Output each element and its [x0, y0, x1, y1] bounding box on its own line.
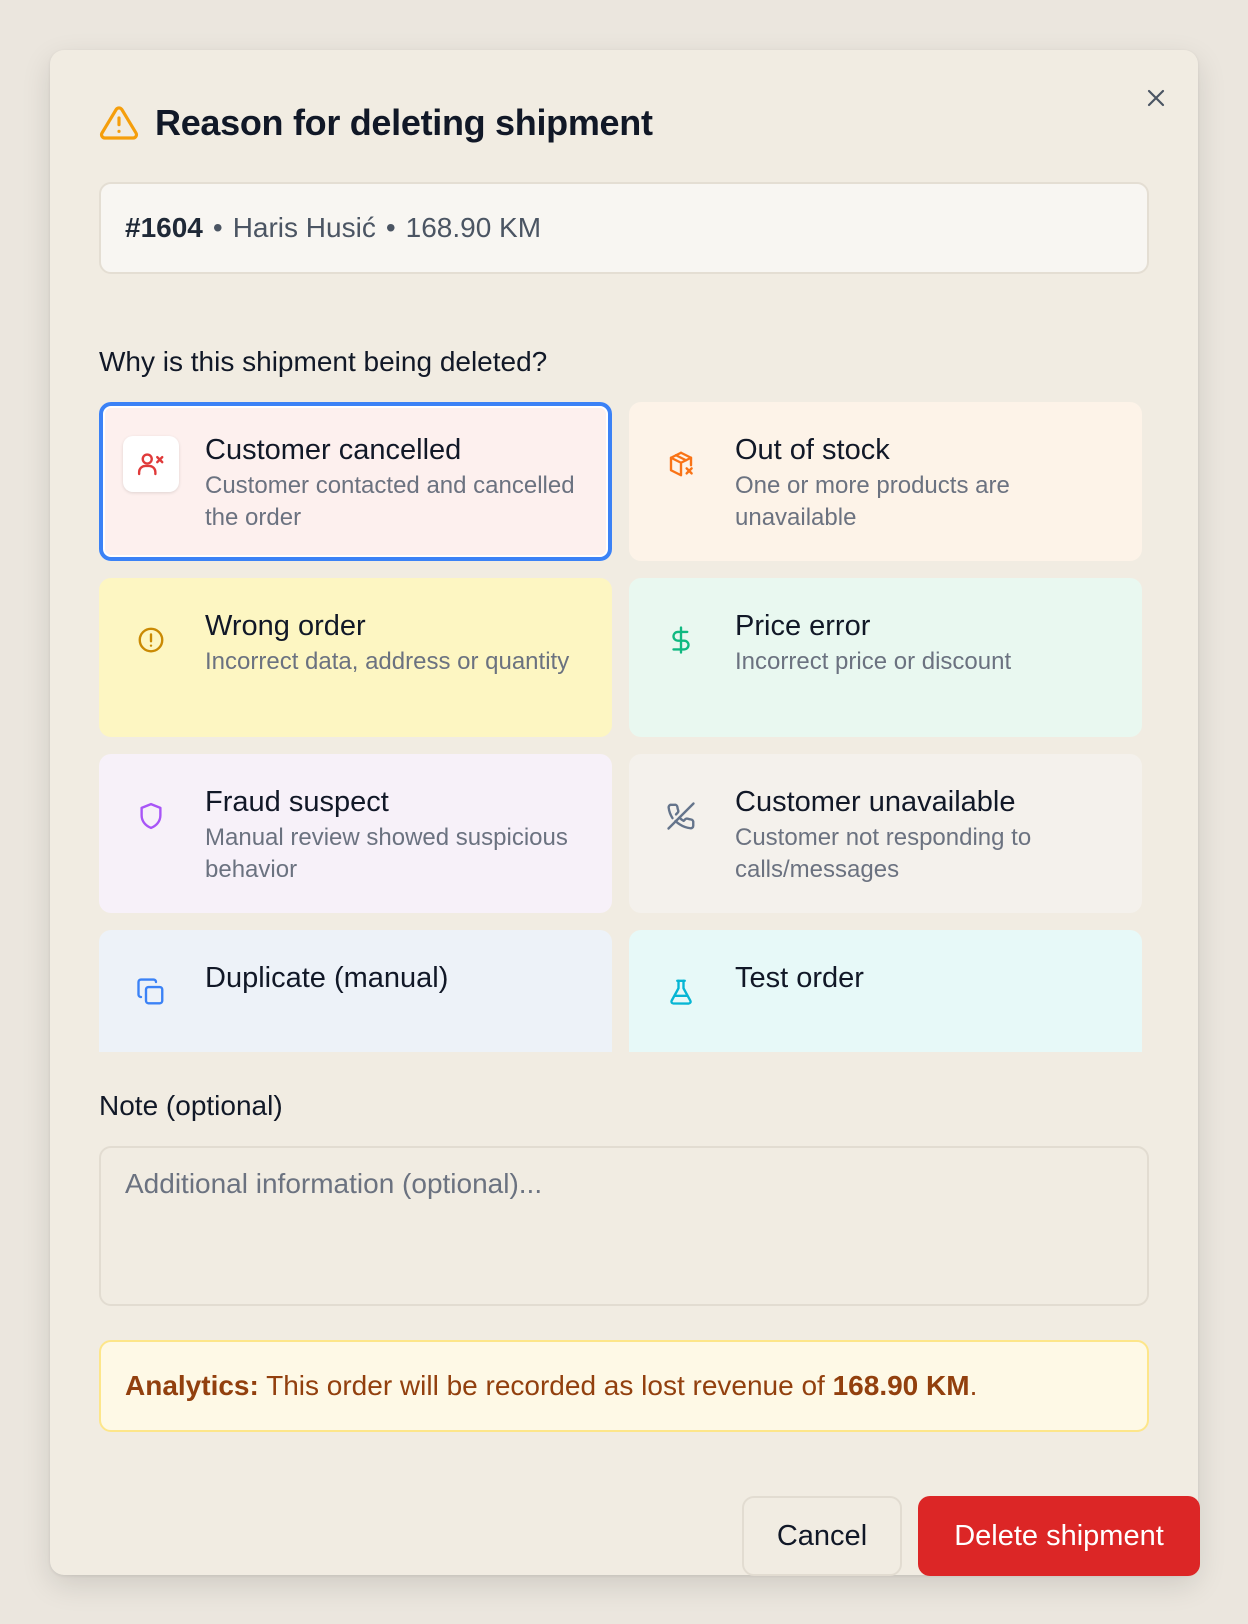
dollar-sign-icon [653, 612, 709, 668]
reason-option-customer-cancelled[interactable]: Customer cancelled Customer contacted and… [99, 402, 612, 561]
reason-title: Wrong order [205, 610, 366, 642]
reason-option-wrong-order[interactable]: Wrong order Incorrect data, address or qu… [99, 578, 612, 737]
reason-option-test-order[interactable]: Test order [629, 930, 1142, 1052]
reason-option-customer-unavailable[interactable]: Customer unavailable Customer not respond… [629, 754, 1142, 913]
reason-list-scroll[interactable]: Customer cancelled Customer contacted and… [96, 400, 1160, 1052]
reason-text: Fraud suspect Manual review showed suspic… [205, 784, 592, 886]
reason-title: Test order [735, 962, 864, 994]
reason-option-duplicate-manual[interactable]: Duplicate (manual) [99, 930, 612, 1052]
reason-title: Price error [735, 610, 871, 642]
lost-revenue-amount: 168.90 KM [832, 1370, 970, 1401]
order-amount: 168.90 KM [405, 212, 542, 243]
reason-text: Price error Incorrect price or discount [735, 608, 1011, 678]
warning-icon [99, 103, 139, 143]
reason-text: Test order [735, 960, 864, 996]
dialog-header: Reason for deleting shipment [99, 102, 653, 144]
alert-circle-icon [123, 612, 179, 668]
reason-title: Out of stock [735, 434, 890, 466]
delete-shipment-button[interactable]: Delete shipment [918, 1496, 1200, 1576]
reason-description: One or more products are unavailable [735, 472, 1010, 531]
shipment-summary: #1604 • Haris Husić • 168.90 KM [99, 182, 1149, 274]
close-button[interactable] [1136, 78, 1176, 118]
reason-title: Customer cancelled [205, 434, 462, 466]
reason-description: Manual review showed suspicious behavior [205, 824, 568, 883]
reason-description: Incorrect data, address or quantity [205, 648, 570, 675]
analytics-end: . [969, 1370, 978, 1401]
note-label: Note (optional) [99, 1090, 283, 1121]
analytics-notice: Analytics: This order will be recorded a… [99, 1340, 1149, 1432]
reason-grid: Customer cancelled Customer contacted and… [96, 400, 1160, 1052]
copy-icon [123, 964, 179, 1020]
reason-option-price-error[interactable]: Price error Incorrect price or discount [629, 578, 1142, 737]
reason-question: Why is this shipment being deleted? [99, 346, 548, 377]
reason-title: Customer unavailable [735, 786, 1016, 818]
delete-shipment-dialog: Reason for deleting shipment #1604 • Har… [50, 50, 1200, 1576]
package-x-icon [653, 436, 709, 492]
separator: • [212, 212, 223, 243]
dialog-title: Reason for deleting shipment [155, 102, 653, 143]
reason-option-out-of-stock[interactable]: Out of stock One or more products are una… [629, 402, 1142, 561]
reason-text: Out of stock One or more products are una… [735, 432, 1122, 534]
close-icon [1147, 89, 1165, 107]
reason-title: Duplicate (manual) [205, 962, 449, 994]
order-number: #1604 [125, 212, 203, 243]
reason-text: Customer unavailable Customer not respond… [735, 784, 1122, 886]
analytics-text: This order will be recorded as lost reve… [258, 1370, 833, 1401]
note-field[interactable] [99, 1146, 1149, 1306]
user-x-icon [123, 436, 179, 492]
reason-text: Duplicate (manual) [205, 960, 448, 996]
reason-description: Customer not responding to calls/message… [735, 824, 1032, 883]
flask-icon [653, 964, 709, 1020]
reason-text: Wrong order Incorrect data, address or qu… [205, 608, 569, 678]
reason-description: Incorrect price or discount [735, 648, 1012, 675]
shield-icon [123, 788, 179, 844]
reason-option-fraud-suspect[interactable]: Fraud suspect Manual review showed suspic… [99, 754, 612, 913]
analytics-label: Analytics: [125, 1370, 259, 1401]
cancel-button[interactable]: Cancel [742, 1496, 902, 1576]
separator: • [385, 212, 396, 243]
reason-title: Fraud suspect [205, 786, 389, 818]
customer-name: Haris Husić [232, 212, 376, 243]
reason-text: Customer cancelled Customer contacted and… [205, 432, 592, 534]
reason-description: Customer contacted and cancelled the ord… [205, 472, 575, 531]
phone-off-icon [653, 788, 709, 844]
